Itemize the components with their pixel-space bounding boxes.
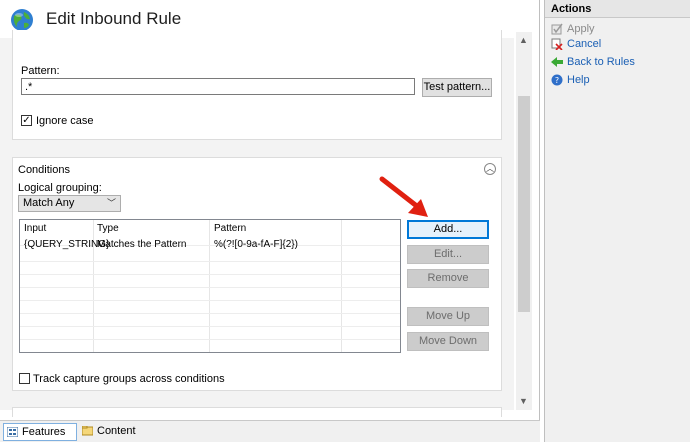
help-icon: ? <box>551 74 563 86</box>
move-down-button[interactable]: Move Down <box>407 332 489 351</box>
test-pattern-button[interactable]: Test pattern... <box>422 78 492 97</box>
apply-label: Apply <box>567 23 595 35</box>
main-pane: Edit Inbound Rule Pattern: .* Test patte… <box>0 0 540 420</box>
chevron-down-icon: ﹀ <box>106 198 116 208</box>
red-arrow-icon <box>379 176 428 217</box>
table-row-divider <box>20 315 400 327</box>
apply-icon <box>551 23 563 35</box>
back-to-rules-label: Back to Rules <box>567 56 635 68</box>
table-row-divider <box>20 302 400 314</box>
page-title: Edit Inbound Rule <box>46 9 182 28</box>
vertical-scrollbar[interactable]: ▲ ▼ <box>516 32 532 410</box>
add-condition-button[interactable]: Add... <box>407 220 489 239</box>
table-row-divider <box>20 289 400 301</box>
help-label: Help <box>567 74 590 86</box>
table-row-divider <box>20 276 400 288</box>
actions-pane: Actions Apply Cancel Back to Rules ? Hel… <box>544 0 690 442</box>
move-up-button[interactable]: Move Up <box>407 307 489 326</box>
ignore-case-checkbox[interactable]: ✓ <box>21 115 32 126</box>
column-header-pattern[interactable]: Pattern <box>214 223 246 234</box>
collapse-conditions-icon[interactable]: ︿ <box>484 163 496 175</box>
svg-text:?: ? <box>555 76 559 85</box>
logical-grouping-value: Match Any <box>23 197 75 209</box>
next-panel <box>12 407 502 417</box>
action-cancel[interactable]: Cancel <box>551 37 601 51</box>
track-capture-label: Track capture groups across conditions <box>33 373 225 385</box>
content-view-icon <box>82 426 93 436</box>
view-tabs: Features View Content View <box>0 420 540 442</box>
cell-type[interactable]: Matches the Pattern <box>97 239 187 250</box>
cancel-icon <box>551 38 563 50</box>
table-row-divider <box>20 250 400 262</box>
action-help[interactable]: ? Help <box>551 73 590 87</box>
conditions-table[interactable]: Input Type Pattern {QUERY_STRING} Matche… <box>19 219 401 353</box>
features-view-label: Features View <box>22 426 66 438</box>
cancel-label: Cancel <box>567 38 602 50</box>
table-row-divider <box>20 263 400 275</box>
remove-condition-button[interactable]: Remove <box>407 269 489 288</box>
action-back-to-rules[interactable]: Back to Rules <box>551 55 635 69</box>
column-header-type[interactable]: Type <box>97 223 119 234</box>
logical-grouping-label: Logical grouping: <box>18 182 102 194</box>
edit-condition-button[interactable]: Edit... <box>407 245 489 264</box>
scroll-up-icon[interactable]: ▲ <box>519 35 528 45</box>
tab-content-view[interactable]: Content View <box>79 423 151 442</box>
tab-features-view[interactable]: Features View <box>3 423 77 441</box>
table-row-divider <box>20 328 400 340</box>
ignore-case-label: Ignore case <box>36 115 94 127</box>
conditions-title: Conditions <box>18 164 70 176</box>
cell-pattern[interactable]: %(?![0-9a-fA-F]{2}) <box>214 239 298 250</box>
pattern-label: Pattern: <box>21 65 60 77</box>
action-apply[interactable]: Apply <box>551 22 595 36</box>
scrollbar-thumb[interactable] <box>518 96 530 312</box>
logical-grouping-select[interactable]: Match Any ﹀ <box>18 195 121 212</box>
scroll-down-icon[interactable]: ▼ <box>519 396 528 406</box>
actions-title: Actions <box>545 0 690 18</box>
track-capture-checkbox[interactable] <box>19 373 30 384</box>
pattern-input[interactable]: .* <box>21 78 415 95</box>
column-header-input[interactable]: Input <box>24 223 46 234</box>
back-arrow-icon <box>551 57 563 67</box>
features-view-icon <box>7 427 18 437</box>
globe-icon <box>11 9 33 31</box>
content-view-label: Content View <box>97 425 136 442</box>
